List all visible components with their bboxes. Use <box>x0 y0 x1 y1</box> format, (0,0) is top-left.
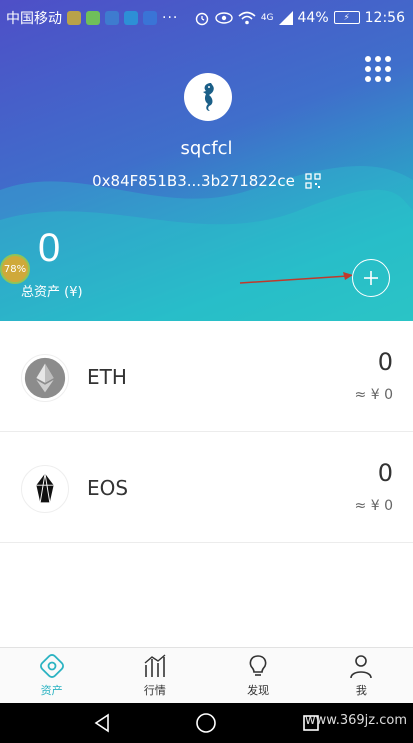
nav-tab-discover[interactable]: 发现 <box>207 648 310 703</box>
notification-app-icon <box>67 10 81 25</box>
home-icon[interactable] <box>195 712 217 734</box>
back-icon[interactable] <box>92 713 112 733</box>
nav-label: 我 <box>355 684 367 697</box>
ethereum-icon <box>21 354 69 402</box>
total-assets-value: 0 <box>38 226 61 270</box>
bottom-navigation: 资产 行情 发现 我 <box>0 647 413 703</box>
wallet-address: 0x84F851B3...3b271822ce <box>92 172 295 190</box>
wallet-avatar[interactable] <box>184 73 232 121</box>
nav-label: 资产 <box>40 684 63 697</box>
clock: 12:56 <box>364 9 405 26</box>
asset-amount: 0 <box>377 459 393 487</box>
nav-label: 行情 <box>143 684 166 697</box>
wallet-icon <box>39 654 64 678</box>
notification-app-icon <box>143 10 157 25</box>
asset-symbol: EOS <box>87 476 129 500</box>
wallet-name: sqcfcl <box>180 138 233 159</box>
battery-percent: 44% <box>297 9 329 26</box>
alarm-icon <box>195 12 209 25</box>
wifi-icon <box>238 11 256 24</box>
watermark: www.369jz.com <box>305 713 407 728</box>
nav-tab-market[interactable]: 行情 <box>103 648 206 703</box>
annotation-arrow <box>239 272 353 284</box>
more-notifications: ··· <box>162 9 179 26</box>
signal-icon <box>278 10 293 25</box>
nav-tab-assets[interactable]: 资产 <box>0 648 103 703</box>
total-assets-label: 总资产 (¥) <box>21 285 83 300</box>
notification-app-icon <box>105 10 119 25</box>
carrier-label: 中国移动 <box>6 10 62 27</box>
nav-tab-me[interactable]: 我 <box>310 648 413 703</box>
asset-row-eos[interactable]: EOS 0 ≈ ¥ 0 <box>0 432 413 543</box>
asset-row-eth[interactable]: ETH 0 ≈ ¥ 0 <box>0 321 413 432</box>
asset-symbol: ETH <box>87 365 127 389</box>
eos-icon <box>21 465 69 513</box>
profile-icon <box>350 655 373 679</box>
wallet-header: sqcfcl 0x84F851B3...3b271822ce 78% 0 总资产… <box>0 0 413 321</box>
status-bar: 中国移动 ··· 4G 44% ⚡ 12:56 <box>0 0 413 35</box>
nav-label: 发现 <box>247 684 270 697</box>
wallet-address-row[interactable]: 0x84F851B3...3b271822ce <box>0 172 413 190</box>
eye-comfort-icon <box>215 11 233 24</box>
seahorse-logo-icon <box>203 83 214 111</box>
asset-fiat-value: ≈ ¥ 0 <box>354 498 393 514</box>
battery-icon: ⚡ <box>333 11 360 24</box>
menu-grid-button[interactable] <box>365 56 391 82</box>
qr-code-icon[interactable] <box>305 173 321 189</box>
add-asset-button[interactable] <box>352 259 390 297</box>
notification-app-icon <box>86 10 100 25</box>
notification-app-icon <box>124 10 138 25</box>
asset-amount: 0 <box>377 348 393 376</box>
network-type-label: 4G <box>260 12 274 23</box>
market-chart-icon <box>144 654 166 677</box>
asset-fiat-value: ≈ ¥ 0 <box>354 387 393 403</box>
lightbulb-icon <box>249 655 267 676</box>
plus-icon <box>364 271 378 285</box>
progress-badge: 78% <box>0 254 30 284</box>
